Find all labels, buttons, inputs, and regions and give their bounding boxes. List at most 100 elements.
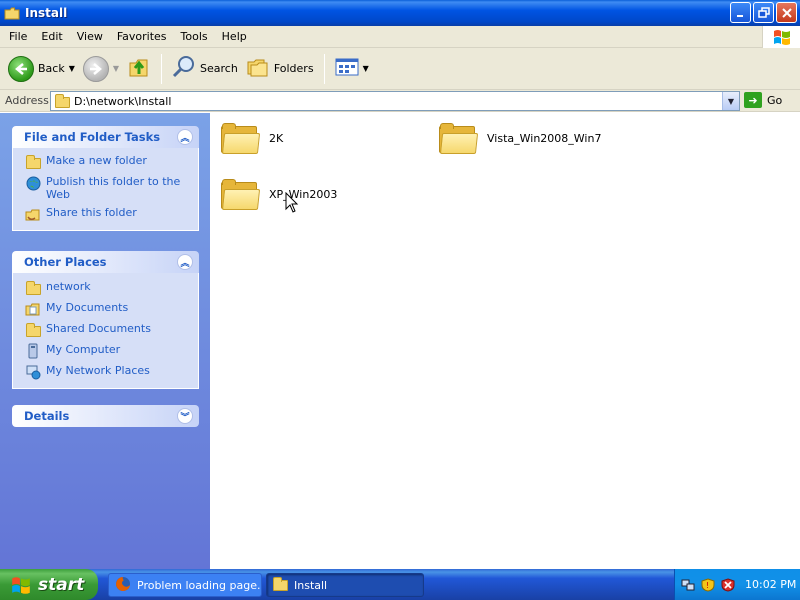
menu-tools[interactable]: Tools <box>174 30 215 43</box>
views-button[interactable]: ▼ <box>331 51 373 87</box>
place-label: network <box>46 280 91 293</box>
taskbar-button-label: Problem loading page... <box>137 578 261 592</box>
place-network[interactable]: network <box>25 280 192 296</box>
documents-folder-icon <box>25 301 41 317</box>
place-my-documents[interactable]: My Documents <box>25 301 192 317</box>
back-button[interactable]: Back ▼ <box>4 51 79 87</box>
details-panel: Details ︾ <box>12 405 199 427</box>
shared-folder-icon <box>25 322 41 338</box>
task-publish-folder[interactable]: Publish this folder to the Web <box>25 175 192 201</box>
panel-title: File and Folder Tasks <box>24 130 161 144</box>
forward-arrow-icon <box>82 55 109 82</box>
network-tray-icon[interactable] <box>681 578 695 592</box>
back-label: Back <box>38 62 65 75</box>
folders-icon <box>246 56 270 81</box>
computer-icon <box>25 343 41 359</box>
restore-button[interactable] <box>753 2 774 23</box>
start-label: start <box>38 574 85 595</box>
folders-button[interactable]: Folders <box>242 51 318 87</box>
start-button[interactable]: start <box>0 569 98 600</box>
place-label: My Computer <box>46 343 121 356</box>
minimize-button[interactable] <box>730 2 751 23</box>
panel-title: Details <box>24 409 70 423</box>
toolbar-separator <box>161 53 163 84</box>
go-label: Go <box>767 93 783 107</box>
windows-logo-icon <box>762 26 800 48</box>
window-title: Install <box>25 6 68 20</box>
network-places-icon <box>25 364 41 380</box>
address-path: D:\network\Install <box>74 94 172 108</box>
security-alert-icon[interactable] <box>721 577 735 592</box>
svg-text:!: ! <box>706 581 709 590</box>
menu-edit[interactable]: Edit <box>34 30 69 43</box>
forward-button[interactable]: ▼ <box>79 51 123 87</box>
taskbar-button-install[interactable]: Install <box>266 573 424 597</box>
folder-label: Vista_Win2008_Win7 <box>487 131 602 145</box>
place-my-network-places[interactable]: My Network Places <box>25 364 192 380</box>
toolbar: Back ▼ ▼ Search Folders ▼ <box>0 48 800 90</box>
chevron-down-icon[interactable]: ▼ <box>69 64 75 73</box>
system-tray: ! 10:02 PM <box>674 569 800 600</box>
close-button[interactable] <box>776 2 797 23</box>
chevron-down-icon[interactable]: ▼ <box>363 64 369 73</box>
folder-label: 2K <box>269 131 284 145</box>
folder-icon <box>221 179 261 210</box>
file-list: 2K Vista_Win2008_Win7 XP_Win2003 <box>210 113 800 569</box>
up-folder-icon <box>127 55 151 82</box>
taskbar: start Problem loading page... Install ! … <box>0 569 800 600</box>
taskbar-button-firefox[interactable]: Problem loading page... <box>108 573 262 597</box>
security-shield-icon[interactable]: ! <box>701 577 715 592</box>
firefox-icon <box>115 576 131 595</box>
share-folder-icon <box>25 206 41 222</box>
collapse-icon[interactable]: ︽ <box>177 129 193 145</box>
address-input[interactable]: D:\network\Install ▼ <box>50 91 740 111</box>
menu-help[interactable]: Help <box>215 30 254 43</box>
expand-icon[interactable]: ︾ <box>177 408 193 424</box>
place-label: My Network Places <box>46 364 150 377</box>
place-label: My Documents <box>46 301 129 314</box>
menu-view[interactable]: View <box>70 30 110 43</box>
collapse-icon[interactable]: ︽ <box>177 254 193 270</box>
task-make-new-folder[interactable]: Make a new folder <box>25 154 192 170</box>
folder-item-xp[interactable]: XP_Win2003 <box>221 179 337 210</box>
place-my-computer[interactable]: My Computer <box>25 343 192 359</box>
search-button[interactable]: Search <box>168 51 242 87</box>
chevron-down-icon[interactable]: ▼ <box>113 64 119 73</box>
go-button[interactable]: ➜ Go <box>744 92 782 108</box>
folder-icon <box>273 576 288 591</box>
panel-title: Other Places <box>24 255 107 269</box>
menu-favorites[interactable]: Favorites <box>110 30 174 43</box>
up-folder-button[interactable] <box>123 51 155 87</box>
folders-label: Folders <box>273 62 314 75</box>
folder-icon <box>25 280 41 296</box>
panel-header[interactable]: Details ︾ <box>12 405 199 427</box>
address-bar: Address D:\network\Install ▼ ➜ Go <box>0 90 800 112</box>
file-folder-tasks-panel: File and Folder Tasks ︽ Make a new folde… <box>12 126 199 231</box>
panel-header[interactable]: Other Places ︽ <box>12 251 199 273</box>
title-bar: Install <box>0 0 800 26</box>
folder-icon <box>221 123 261 154</box>
toolbar-separator <box>323 53 325 84</box>
place-shared-documents[interactable]: Shared Documents <box>25 322 192 338</box>
task-share-folder[interactable]: Share this folder <box>25 206 192 222</box>
mouse-cursor-icon <box>285 191 299 214</box>
task-label: Share this folder <box>46 206 137 219</box>
clock: 10:02 PM <box>745 578 797 591</box>
other-places-panel: Other Places ︽ network My Documents Shar… <box>12 251 199 389</box>
search-label: Search <box>200 62 238 75</box>
folder-item-vista[interactable]: Vista_Win2008_Win7 <box>439 123 602 154</box>
menu-bar: File Edit View Favorites Tools Help <box>0 26 800 48</box>
folder-icon <box>55 94 70 108</box>
views-icon <box>335 57 359 80</box>
back-arrow-icon <box>8 55 34 82</box>
folder-icon <box>439 123 479 154</box>
windows-flag-icon <box>10 575 32 595</box>
task-pane: File and Folder Tasks ︽ Make a new folde… <box>0 113 210 569</box>
panel-header[interactable]: File and Folder Tasks ︽ <box>12 126 199 148</box>
place-label: Shared Documents <box>46 322 151 335</box>
chevron-down-icon[interactable]: ▼ <box>722 92 739 110</box>
address-label: Address <box>5 94 49 107</box>
menu-file[interactable]: File <box>0 30 34 43</box>
go-arrow-icon: ➜ <box>744 92 762 108</box>
folder-item-2k[interactable]: 2K <box>221 123 284 154</box>
